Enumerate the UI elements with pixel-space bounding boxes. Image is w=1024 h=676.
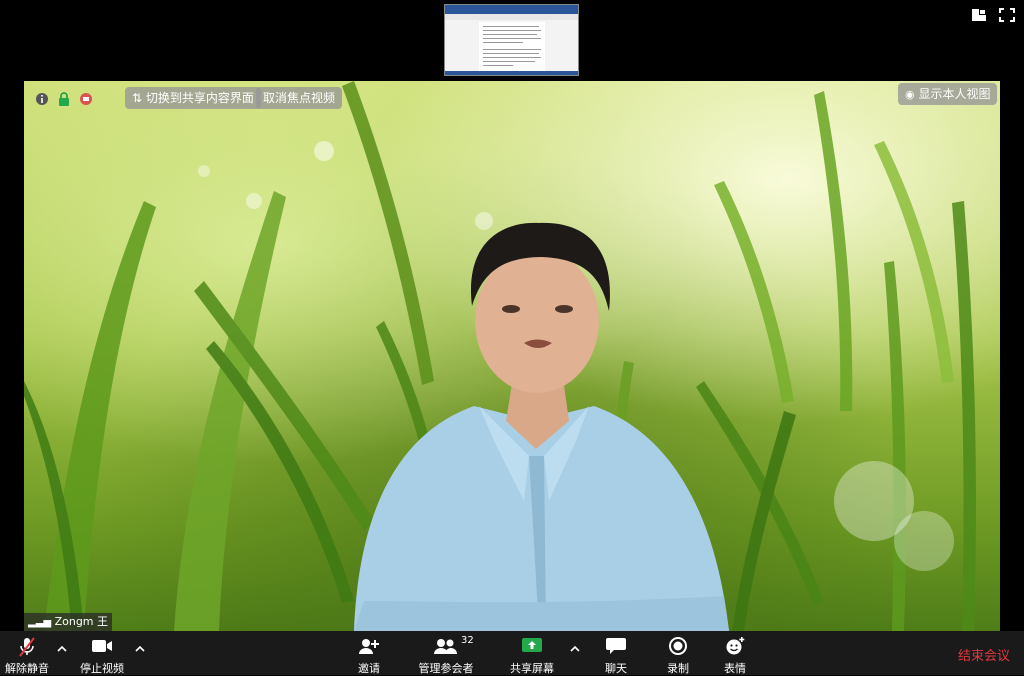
video-camera-icon — [92, 640, 112, 652]
active-speaker-video: ⇅ 切换到共享内容界面 取消焦点视频 ◉ 显示本人视图 ▂▃▅ Zongm 王 — [24, 81, 1000, 631]
invite-label: 邀请 — [358, 662, 380, 675]
share-options-chevron-icon[interactable] — [570, 645, 580, 653]
record-button[interactable]: 录制 — [660, 631, 696, 675]
participant-name-tag: ▂▃▅ Zongm 王 — [24, 613, 113, 631]
unmute-label: 解除静音 — [5, 662, 49, 675]
stop-video-label: 停止视频 — [80, 662, 124, 675]
invite-person-icon — [359, 639, 379, 654]
fullscreen-icon[interactable] — [999, 8, 1015, 22]
share-screen-label: 共享屏幕 — [510, 662, 554, 675]
share-screen-icon — [522, 638, 542, 652]
eye-icon: ◉ — [905, 88, 915, 101]
thumbnail-toolbar — [445, 14, 578, 20]
record-label: 录制 — [667, 662, 689, 675]
microphone-muted-icon — [19, 637, 35, 657]
thumbnail-document-page — [479, 22, 545, 72]
meeting-toolbar: 解除静音 停止视频 邀请 32 管理参会者 共享屏幕 聊天 录制 表情 结束会议 — [0, 631, 1024, 675]
show-self-view-label: 显示本人视图 — [918, 87, 991, 101]
cancel-spotlight-label: 取消焦点视频 — [263, 91, 336, 105]
participants-button[interactable]: 32 管理参会者 — [418, 631, 474, 675]
thumbnail-statusbar — [445, 71, 578, 75]
unmute-button[interactable]: 解除静音 — [0, 631, 54, 675]
record-indicator-icon — [80, 93, 92, 105]
reactions-button[interactable]: 表情 — [717, 631, 753, 675]
chat-bubble-icon — [606, 638, 626, 654]
chat-label: 聊天 — [605, 662, 627, 675]
signal-icon: ▂▃▅ — [28, 617, 52, 628]
stop-video-button[interactable]: 停止视频 — [76, 631, 128, 675]
switch-to-share-button[interactable]: ⇅ 切换到共享内容界面 — [125, 87, 261, 109]
lock-icon[interactable] — [57, 92, 71, 106]
smiley-icon — [726, 637, 745, 655]
participants-icon — [434, 639, 457, 654]
participant-name: Zongm 王 — [54, 615, 109, 628]
participants-count-badge: 32 — [461, 635, 474, 646]
cancel-spotlight-button[interactable]: 取消焦点视频 — [256, 87, 343, 109]
gallery-view-icon[interactable] — [971, 8, 987, 22]
participants-label: 管理参会者 — [418, 662, 474, 675]
shared-screen-thumbnail[interactable] — [444, 4, 579, 76]
share-screen-button[interactable]: 共享屏幕 — [509, 631, 555, 675]
video-feed-image — [24, 81, 976, 631]
switch-to-share-label: 切换到共享内容界面 — [145, 91, 254, 105]
pin-icon: ⇅ — [132, 91, 143, 105]
show-self-view-button[interactable]: ◉ 显示本人视图 — [898, 83, 998, 105]
reactions-label: 表情 — [724, 662, 746, 675]
chat-button[interactable]: 聊天 — [598, 631, 634, 675]
audio-options-chevron-icon[interactable] — [57, 645, 67, 653]
end-meeting-button[interactable]: 结束会议 — [958, 645, 1010, 664]
thumbnail-ribbon — [445, 5, 578, 14]
video-options-chevron-icon[interactable] — [135, 645, 145, 653]
info-icon[interactable] — [35, 92, 49, 106]
record-icon — [669, 637, 687, 655]
invite-button[interactable]: 邀请 — [348, 631, 390, 675]
